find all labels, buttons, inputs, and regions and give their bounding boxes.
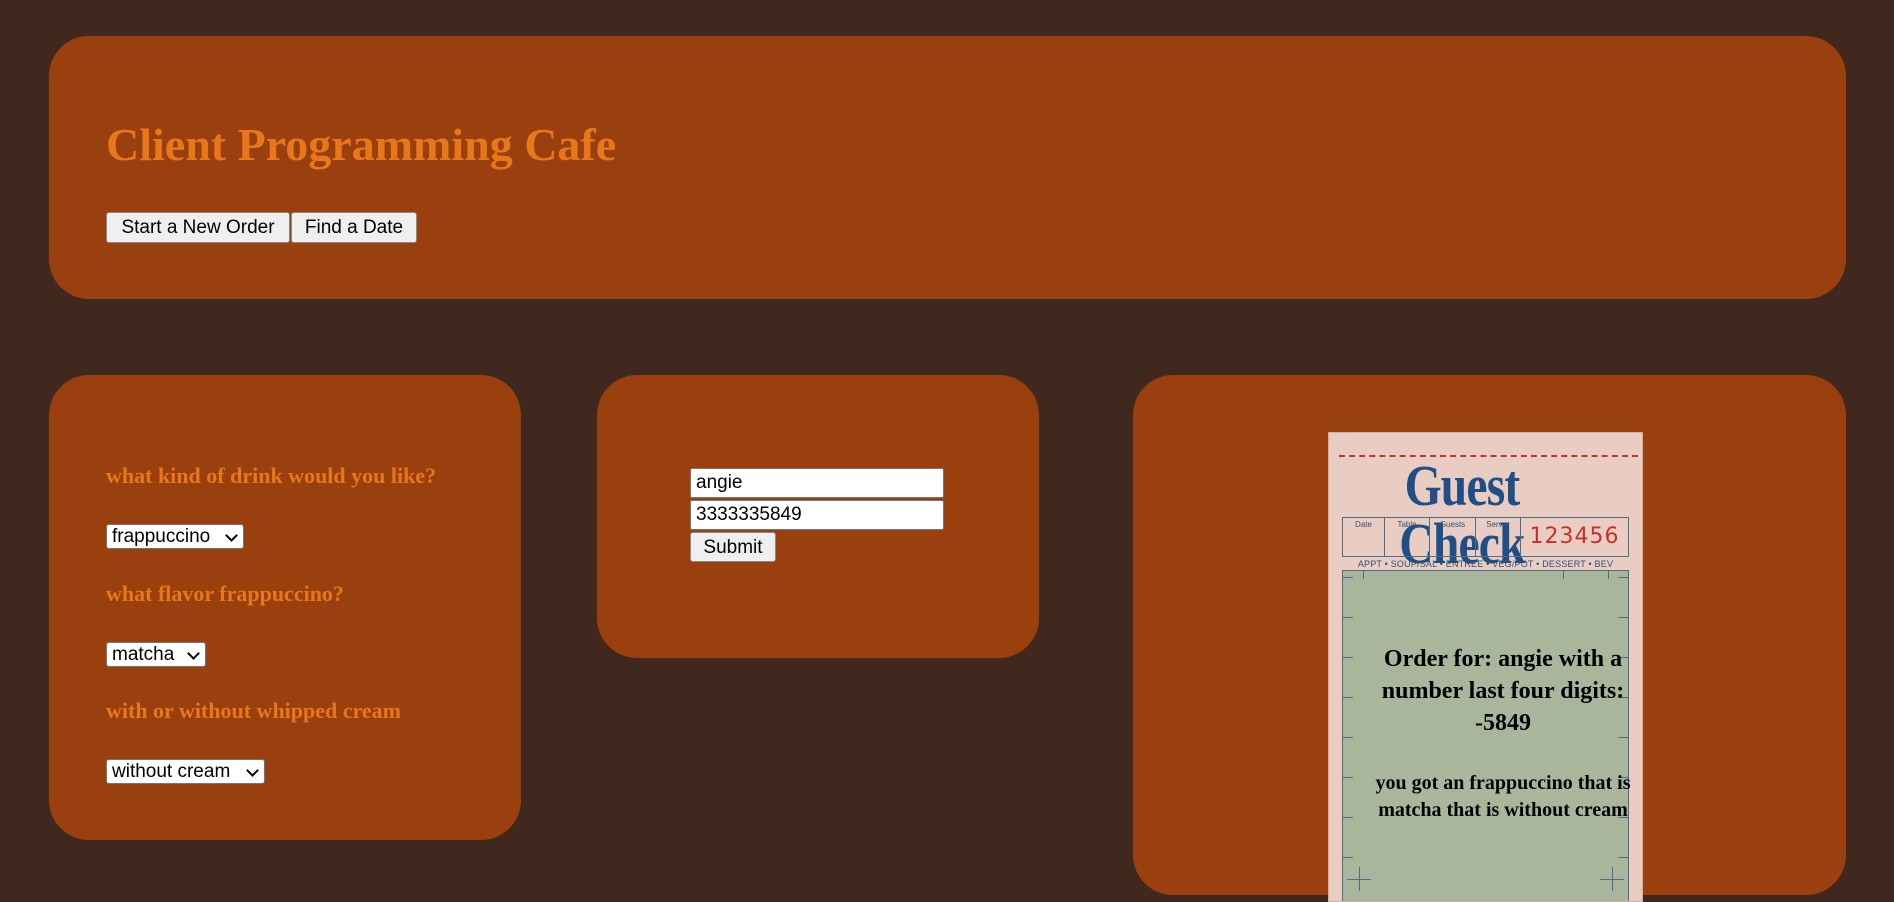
check-categories: APPT • SOUP/SAL • ENTREE • VEG/POT • DES… [1357, 559, 1614, 569]
order-summary-text: you got an frappuccino that is matcha th… [1375, 772, 1631, 821]
check-tick [1343, 657, 1353, 658]
flavor-value: matcha [112, 644, 175, 665]
check-tick [1343, 737, 1353, 738]
check-tick [1343, 577, 1353, 578]
check-tick [1343, 697, 1353, 698]
drink-type-select[interactable]: frappuccino [106, 524, 244, 549]
drink-options-panel: what kind of drink would you like? frapp… [49, 375, 521, 840]
check-column-guests: Guests [1430, 518, 1476, 556]
check-header-row: Date Table Guests Server 123456 [1342, 517, 1629, 557]
whipped-cream-value: without cream [112, 761, 231, 782]
phone-input[interactable] [690, 500, 944, 530]
drink-type-label: what kind of drink would you like? [106, 463, 437, 488]
check-column-table: Table [1385, 518, 1430, 556]
whipped-cream-select[interactable]: without cream [106, 759, 265, 784]
find-a-date-button[interactable]: Find a Date [291, 212, 417, 243]
chevron-down-icon [187, 647, 200, 660]
check-tick [1343, 817, 1353, 818]
check-tick [1618, 577, 1628, 578]
check-tick [1618, 857, 1628, 858]
check-tick [1363, 571, 1364, 579]
check-tick [1343, 617, 1353, 618]
page-title: Client Programming Cafe [106, 119, 617, 170]
check-tick [1612, 867, 1613, 891]
header-panel: Client Programming Cafe Start a New Orde… [49, 36, 1846, 299]
flavor-select[interactable]: matcha [106, 642, 206, 667]
check-column-server: Server [1476, 518, 1521, 556]
check-tick [1618, 617, 1628, 618]
check-number: 123456 [1529, 524, 1620, 549]
check-tick [1359, 867, 1360, 891]
name-input[interactable] [690, 468, 944, 498]
check-tick [1343, 777, 1353, 778]
drink-type-value: frappuccino [112, 526, 211, 547]
chevron-down-icon [225, 529, 238, 542]
check-column-date: Date [1343, 518, 1385, 556]
start-new-order-button[interactable]: Start a New Order [106, 212, 290, 243]
flavor-label: what flavor frappuccino? [106, 581, 344, 606]
check-tick [1343, 857, 1353, 858]
check-tick [1563, 571, 1564, 579]
submit-button[interactable]: Submit [690, 532, 776, 562]
check-corner [1329, 433, 1347, 449]
customer-info-panel: Submit [597, 375, 1039, 658]
chevron-down-icon [246, 764, 259, 777]
whipped-cream-label: with or without whipped cream [106, 698, 401, 723]
check-tick [1608, 571, 1609, 579]
order-for-text: Order for: angie with a number last four… [1381, 646, 1625, 736]
